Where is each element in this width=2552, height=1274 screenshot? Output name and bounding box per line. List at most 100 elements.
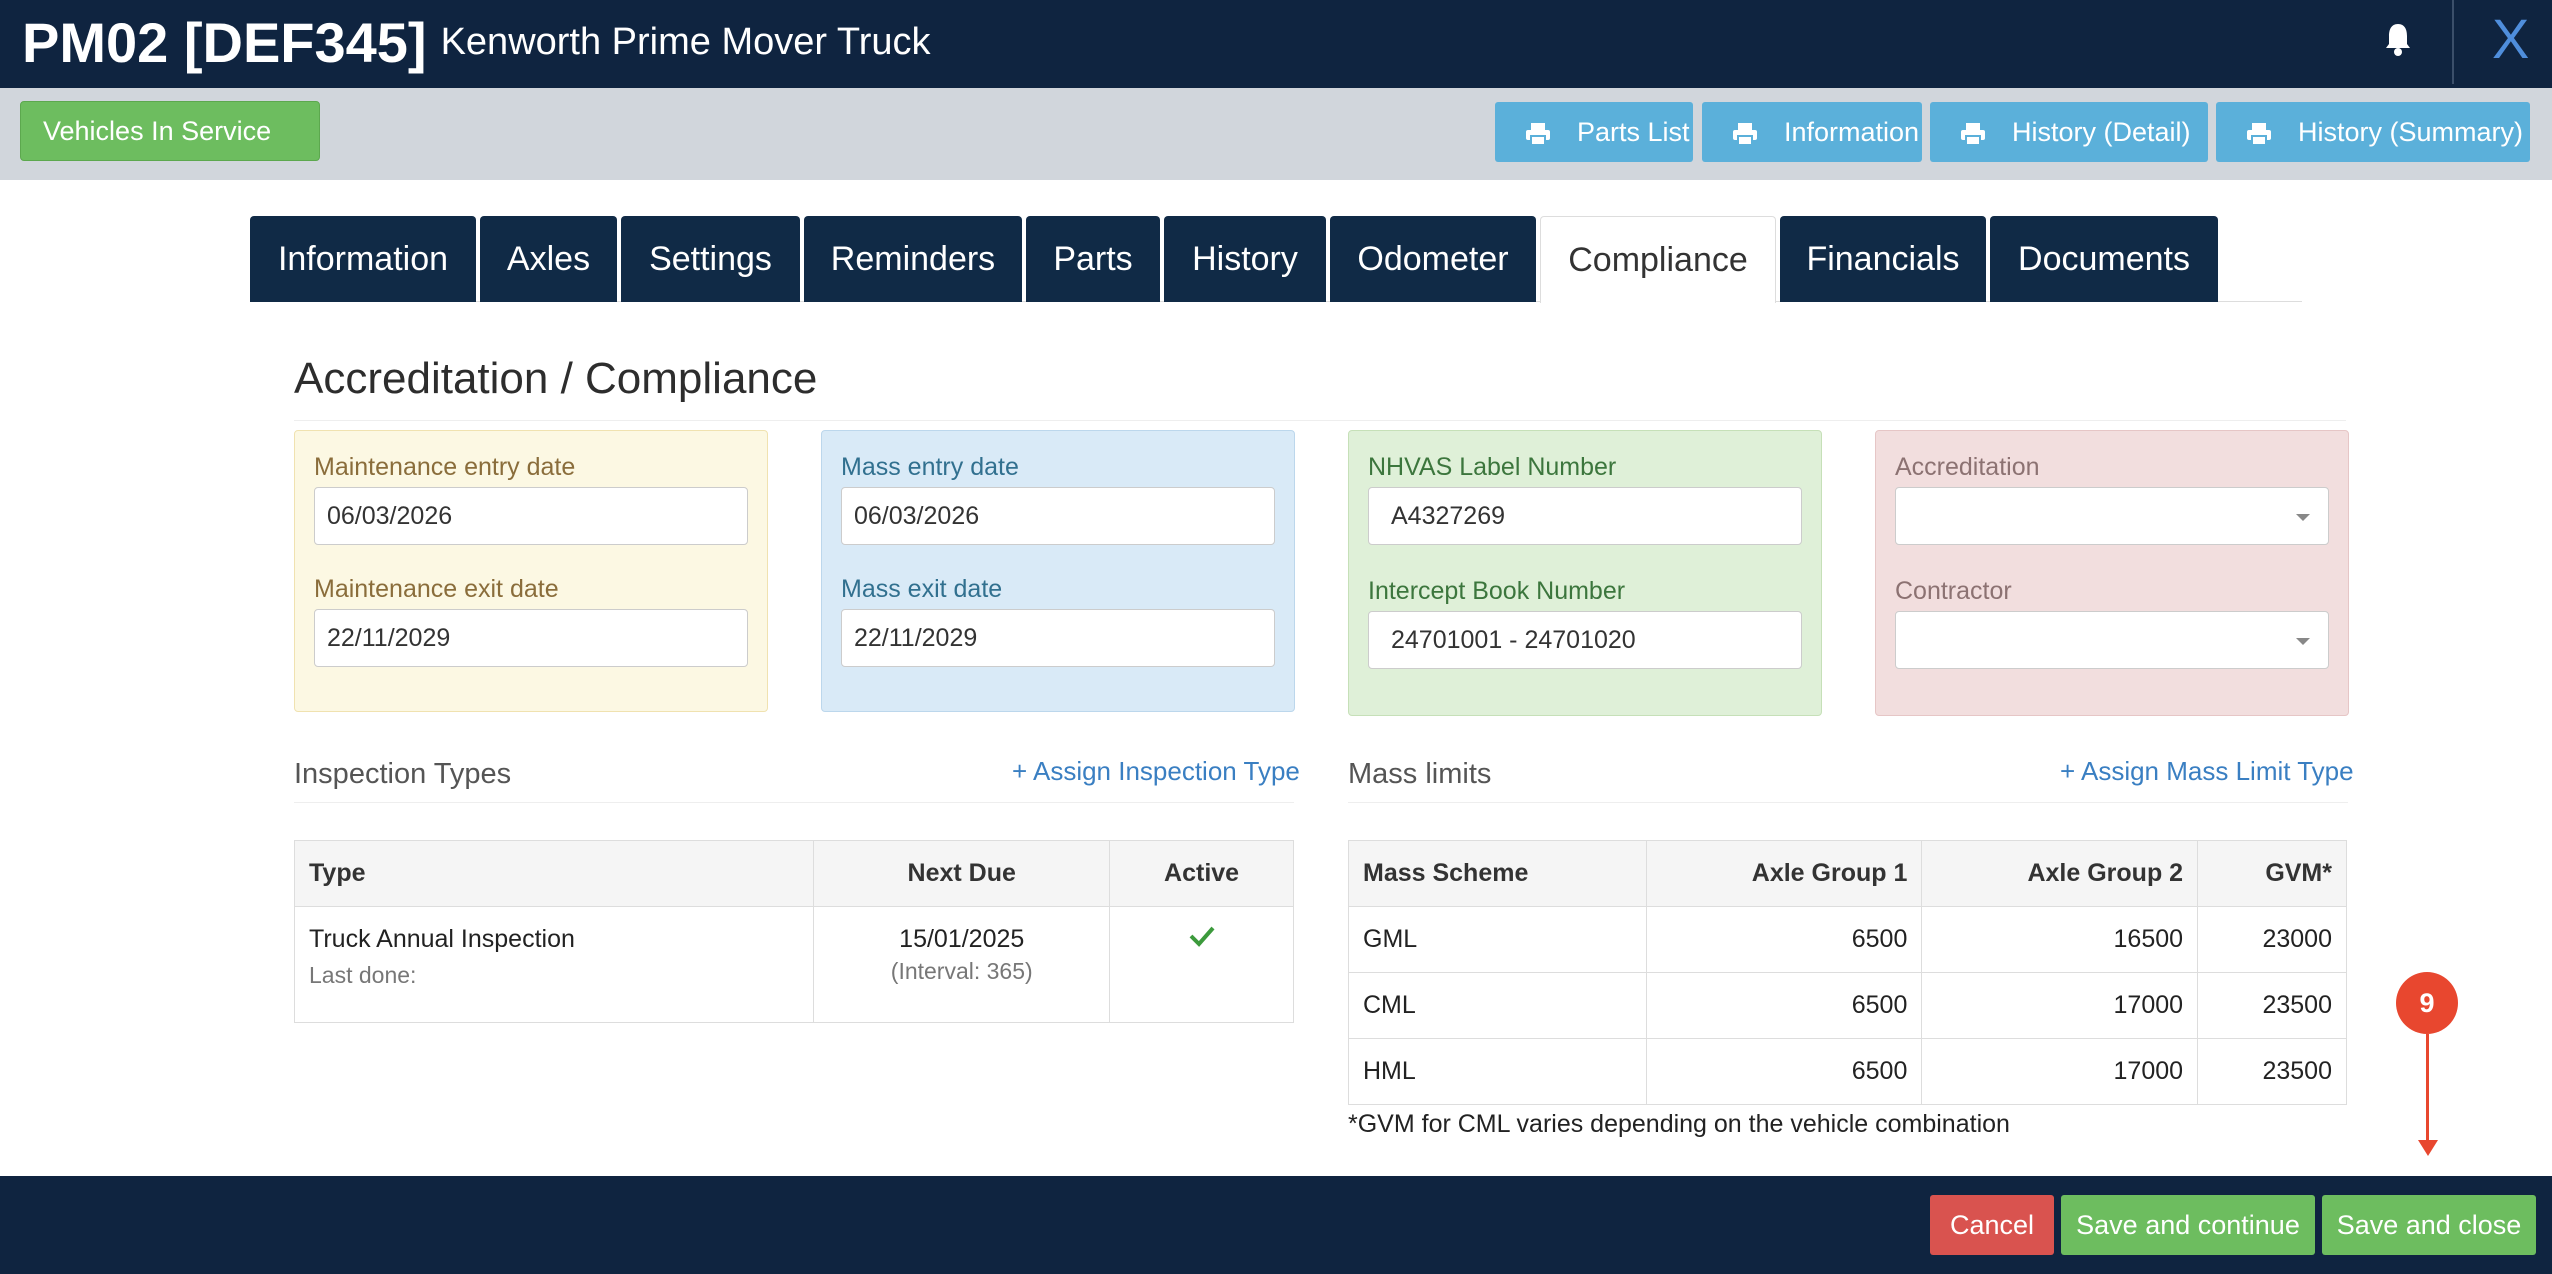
print-icon	[2247, 122, 2271, 146]
print-parts-list-label: Parts List	[1577, 117, 1690, 147]
tab-history[interactable]: History	[1164, 216, 1326, 302]
tab-information[interactable]: Information	[250, 216, 476, 302]
column-header-gvm: GVM*	[2197, 840, 2347, 907]
print-information-button[interactable]: Information	[1702, 102, 1922, 162]
section-divider	[294, 420, 2346, 421]
next-due-cell: 15/01/2025 (Interval: 365)	[813, 906, 1111, 1023]
accreditation-select[interactable]	[1895, 487, 2329, 545]
print-history-summary-label: History (Summary)	[2298, 117, 2524, 147]
inspection-types-heading: Inspection Types	[294, 758, 512, 790]
toolbar: Vehicles In Service Parts List Informati…	[0, 88, 2552, 180]
annotation-marker: 9	[2396, 972, 2458, 1034]
column-header-axle-group-2: Axle Group 2	[1921, 840, 2199, 907]
print-history-detail-label: History (Detail)	[2012, 117, 2191, 147]
maintenance-exit-label: Maintenance exit date	[314, 575, 559, 603]
tab-odometer[interactable]: Odometer	[1330, 216, 1536, 302]
app-header: PM02 [DEF345] Kenworth Prime Mover Truck …	[0, 0, 2552, 88]
nhvas-panel: NHVAS Label Number A4327269 Intercept Bo…	[1348, 430, 1822, 716]
print-history-summary-button[interactable]: History (Summary)	[2216, 102, 2530, 162]
annotation-arrow-line	[2426, 1034, 2429, 1144]
print-icon	[1733, 122, 1757, 146]
caret-down-icon	[2296, 638, 2310, 645]
active-cell	[1109, 906, 1294, 1023]
gvm-cell: 23500	[2197, 1038, 2347, 1105]
mass-exit-label: Mass exit date	[841, 575, 1003, 603]
inspection-types-divider	[294, 802, 1294, 803]
vehicles-in-service-button[interactable]: Vehicles In Service	[20, 101, 320, 161]
mass-limits-divider	[1348, 802, 2348, 803]
save-and-close-button[interactable]: Save and close	[2322, 1195, 2536, 1255]
nhvas-label-number-input[interactable]: A4327269	[1368, 487, 1802, 545]
table-row: HML 6500 17000 23500	[1348, 1038, 2347, 1105]
inspection-type-name: Truck Annual Inspection	[309, 925, 575, 953]
gvm-cell: 23000	[2197, 906, 2347, 973]
intercept-book-number-input[interactable]: 24701001 - 24701020	[1368, 611, 1802, 669]
tab-parts[interactable]: Parts	[1026, 216, 1160, 302]
mass-limits-table: Mass Scheme Axle Group 1 Axle Group 2 GV…	[1348, 840, 2347, 1105]
table-row[interactable]: Truck Annual Inspection Last done: 15/01…	[293, 906, 1294, 1023]
page-title: PM02 [DEF345] Kenworth Prime Mover Truck	[22, 10, 931, 75]
assign-mass-limit-type-link[interactable]: + Assign Mass Limit Type	[2060, 756, 2354, 787]
gvm-cell: 23500	[2197, 972, 2347, 1039]
maintenance-entry-label: Maintenance entry date	[314, 453, 576, 481]
column-header-next-due: Next Due	[813, 840, 1111, 907]
inspection-last-done: Last done:	[309, 962, 417, 988]
accreditation-label: Accreditation	[1895, 453, 2040, 481]
table-header-row: Mass Scheme Axle Group 1 Axle Group 2 GV…	[1348, 840, 2347, 907]
print-information-label: Information	[1784, 117, 1920, 147]
print-icon	[1526, 122, 1550, 146]
column-header-active: Active	[1109, 840, 1294, 907]
tab-settings[interactable]: Settings	[621, 216, 800, 302]
mass-entry-date-input[interactable]: 06/03/2026	[841, 487, 1275, 545]
annotation-arrow-head-icon	[2418, 1140, 2438, 1156]
assign-inspection-type-link[interactable]: + Assign Inspection Type	[1012, 756, 1300, 787]
next-due-date: 15/01/2025	[899, 925, 1025, 953]
tab-documents[interactable]: Documents	[1990, 216, 2218, 302]
mass-entry-label: Mass entry date	[841, 453, 1019, 481]
inspection-type-cell: Truck Annual Inspection Last done:	[293, 906, 815, 1023]
vehicle-code: PM02 [DEF345]	[22, 11, 427, 74]
axle-group-1-cell: 6500	[1645, 1038, 1923, 1105]
contractor-label: Contractor	[1895, 577, 2012, 605]
cancel-button[interactable]: Cancel	[1930, 1195, 2054, 1255]
maintenance-entry-date-input[interactable]: 06/03/2026	[314, 487, 748, 545]
table-header-row: Type Next Due Active	[293, 840, 1294, 907]
axle-group-2-cell: 16500	[1921, 906, 2199, 973]
column-header-axle-group-1: Axle Group 1	[1645, 840, 1923, 907]
header-divider	[2452, 0, 2454, 84]
mass-scheme-cell: CML	[1348, 972, 1647, 1039]
axle-group-1-cell: 6500	[1645, 906, 1923, 973]
footer-bar: Cancel Save and continue Save and close	[0, 1176, 2552, 1274]
nhvas-label-number-label: NHVAS Label Number	[1368, 453, 1617, 481]
maintenance-exit-date-input[interactable]: 22/11/2029	[314, 609, 748, 667]
caret-down-icon	[2296, 514, 2310, 521]
contractor-select[interactable]	[1895, 611, 2329, 669]
print-icon	[1961, 122, 1985, 146]
accreditation-panel: Accreditation Contractor	[1875, 430, 2349, 716]
tab-financials[interactable]: Financials	[1780, 216, 1986, 302]
intercept-book-label: Intercept Book Number	[1368, 577, 1626, 605]
mass-scheme-cell: HML	[1348, 1038, 1647, 1105]
axle-group-2-cell: 17000	[1921, 1038, 2199, 1105]
check-icon	[1189, 926, 1215, 947]
inspection-interval: (Interval: 365)	[890, 958, 1033, 984]
mass-panel: Mass entry date 06/03/2026 Mass exit dat…	[821, 430, 1295, 712]
tab-compliance[interactable]: Compliance	[1540, 216, 1776, 303]
print-history-detail-button[interactable]: History (Detail)	[1930, 102, 2208, 162]
table-row: CML 6500 17000 23500	[1348, 972, 2347, 1039]
section-title: Accreditation / Compliance	[294, 354, 818, 403]
tab-axles[interactable]: Axles	[480, 216, 617, 302]
mass-limits-heading: Mass limits	[1348, 758, 1492, 790]
mass-scheme-cell: GML	[1348, 906, 1647, 973]
close-icon[interactable]: X	[2492, 6, 2529, 71]
vehicle-description: Kenworth Prime Mover Truck	[440, 21, 931, 63]
bell-icon[interactable]	[2384, 20, 2412, 60]
save-and-continue-button[interactable]: Save and continue	[2061, 1195, 2315, 1255]
table-row: GML 6500 16500 23000	[1348, 906, 2347, 973]
tab-reminders[interactable]: Reminders	[804, 216, 1022, 302]
vehicle-tabs: Information Axles Settings Reminders Par…	[250, 216, 2302, 303]
axle-group-2-cell: 17000	[1921, 972, 2199, 1039]
print-parts-list-button[interactable]: Parts List	[1495, 102, 1693, 162]
mass-exit-date-input[interactable]: 22/11/2029	[841, 609, 1275, 667]
column-header-mass-scheme: Mass Scheme	[1348, 840, 1647, 907]
